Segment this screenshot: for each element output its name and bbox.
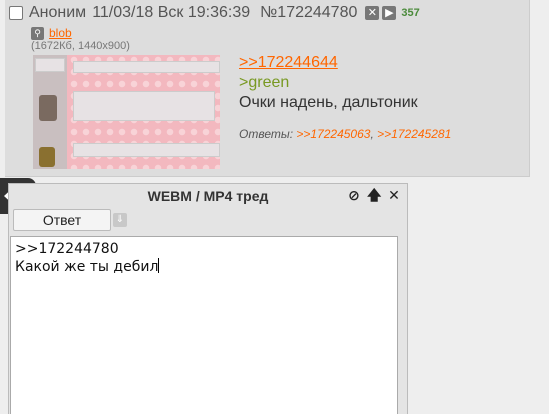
thumbnail-person: [39, 147, 55, 167]
thumbnail-person: [39, 95, 57, 121]
post-select-checkbox[interactable]: [9, 6, 23, 20]
close-icon[interactable]: ✕: [387, 187, 401, 203]
greentext: >green: [239, 74, 290, 91]
post-date: 11/03/18 Вск 19:36:39: [92, 4, 251, 21]
answer-button[interactable]: Ответ: [13, 209, 111, 231]
post-thumbnail[interactable]: [33, 55, 220, 169]
thumbnail-block: [73, 143, 220, 157]
post-header: Аноним 11/03/18 Вск 19:36:39 №172244780 …: [9, 2, 420, 24]
file-line: ⚲ blob: [31, 26, 72, 40]
text-caret: [158, 258, 160, 273]
reply-count: 357: [401, 7, 420, 19]
quote-link[interactable]: >>172244644: [239, 54, 338, 72]
post-author: Аноним: [29, 4, 87, 21]
file-meta: (1672Кб, 1440x900): [31, 40, 130, 52]
thumbnail-block: [35, 58, 65, 72]
replies-label: Ответы:: [239, 127, 294, 141]
reply-text-line: >>172244780: [15, 241, 119, 257]
cancel-icon[interactable]: ⊘: [347, 187, 361, 203]
thumbnail-block: [73, 91, 215, 121]
reply-form-controls: ⊘ 🡅 ✕: [347, 187, 401, 203]
scroll-down-icon[interactable]: ⇓: [113, 213, 127, 227]
arrow-up-icon[interactable]: 🡅: [367, 187, 381, 203]
reply-separator: ,: [370, 127, 374, 141]
reply-link[interactable]: >>172245281: [377, 127, 451, 141]
search-icon[interactable]: ⚲: [31, 26, 44, 40]
post-number[interactable]: №172244780: [260, 4, 357, 22]
post-message: Очки надень, дальтоник: [239, 94, 418, 111]
file-name-link[interactable]: blob: [49, 26, 72, 40]
hide-post-icon[interactable]: ✕: [365, 6, 380, 20]
reply-link[interactable]: >>172245063: [296, 127, 370, 141]
reply-form: WEBM / MP4 тред ⊘ 🡅 ✕ Ответ ⇓ >>17224478…: [8, 183, 408, 414]
reply-text-line: Какой же ты дебил: [15, 259, 159, 275]
reply-textarea[interactable]: >>172244780 Какой же ты дебил: [10, 236, 398, 414]
thumbnail-block: [73, 61, 220, 73]
post: Аноним 11/03/18 Вск 19:36:39 №172244780 …: [5, 0, 530, 177]
replies: Ответы: >>172245063, >>172245281: [239, 127, 451, 141]
play-icon[interactable]: ▶: [382, 6, 397, 20]
